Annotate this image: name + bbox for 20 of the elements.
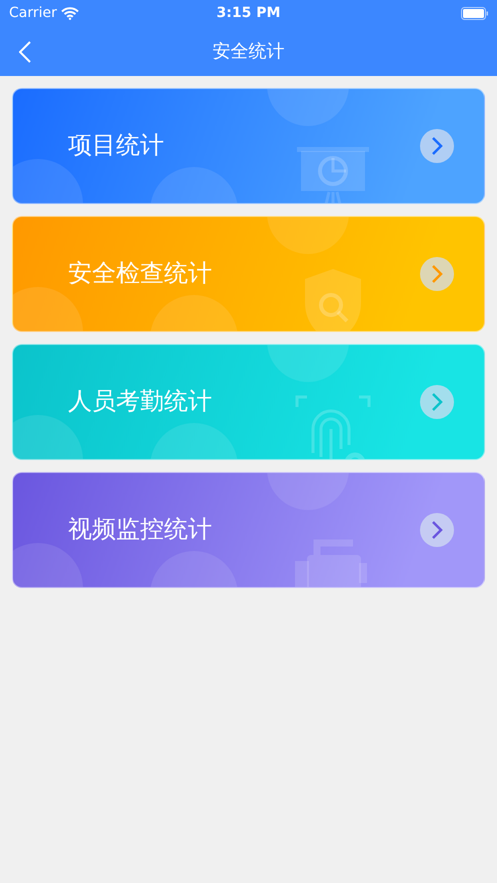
menu-card[interactable]: 项目统计 bbox=[12, 88, 485, 204]
wifi-icon bbox=[60, 6, 79, 20]
chevron-icon bbox=[431, 520, 443, 540]
card-title: 视频监控统计 bbox=[68, 514, 212, 545]
chevron-button[interactable] bbox=[420, 385, 454, 419]
chevron-icon bbox=[431, 392, 443, 412]
chevron-button[interactable] bbox=[420, 257, 454, 291]
fingerprint-icon bbox=[293, 393, 373, 459]
carrier-text: Carrier bbox=[9, 4, 57, 22]
card-title: 安全检查统计 bbox=[68, 258, 212, 289]
card-title: 项目统计 bbox=[68, 130, 164, 161]
chevron-button[interactable] bbox=[420, 513, 454, 547]
chevron-button[interactable] bbox=[420, 129, 454, 163]
chevron-icon bbox=[431, 136, 443, 156]
battery-icon bbox=[461, 6, 489, 20]
menu-card[interactable]: 视频监控统计 bbox=[12, 472, 485, 588]
card-title: 人员考勤统计 bbox=[68, 386, 212, 417]
page-title: 安全统计 bbox=[212, 40, 284, 64]
time-text: 3:15 PM bbox=[216, 4, 280, 22]
chevron-icon bbox=[431, 264, 443, 284]
